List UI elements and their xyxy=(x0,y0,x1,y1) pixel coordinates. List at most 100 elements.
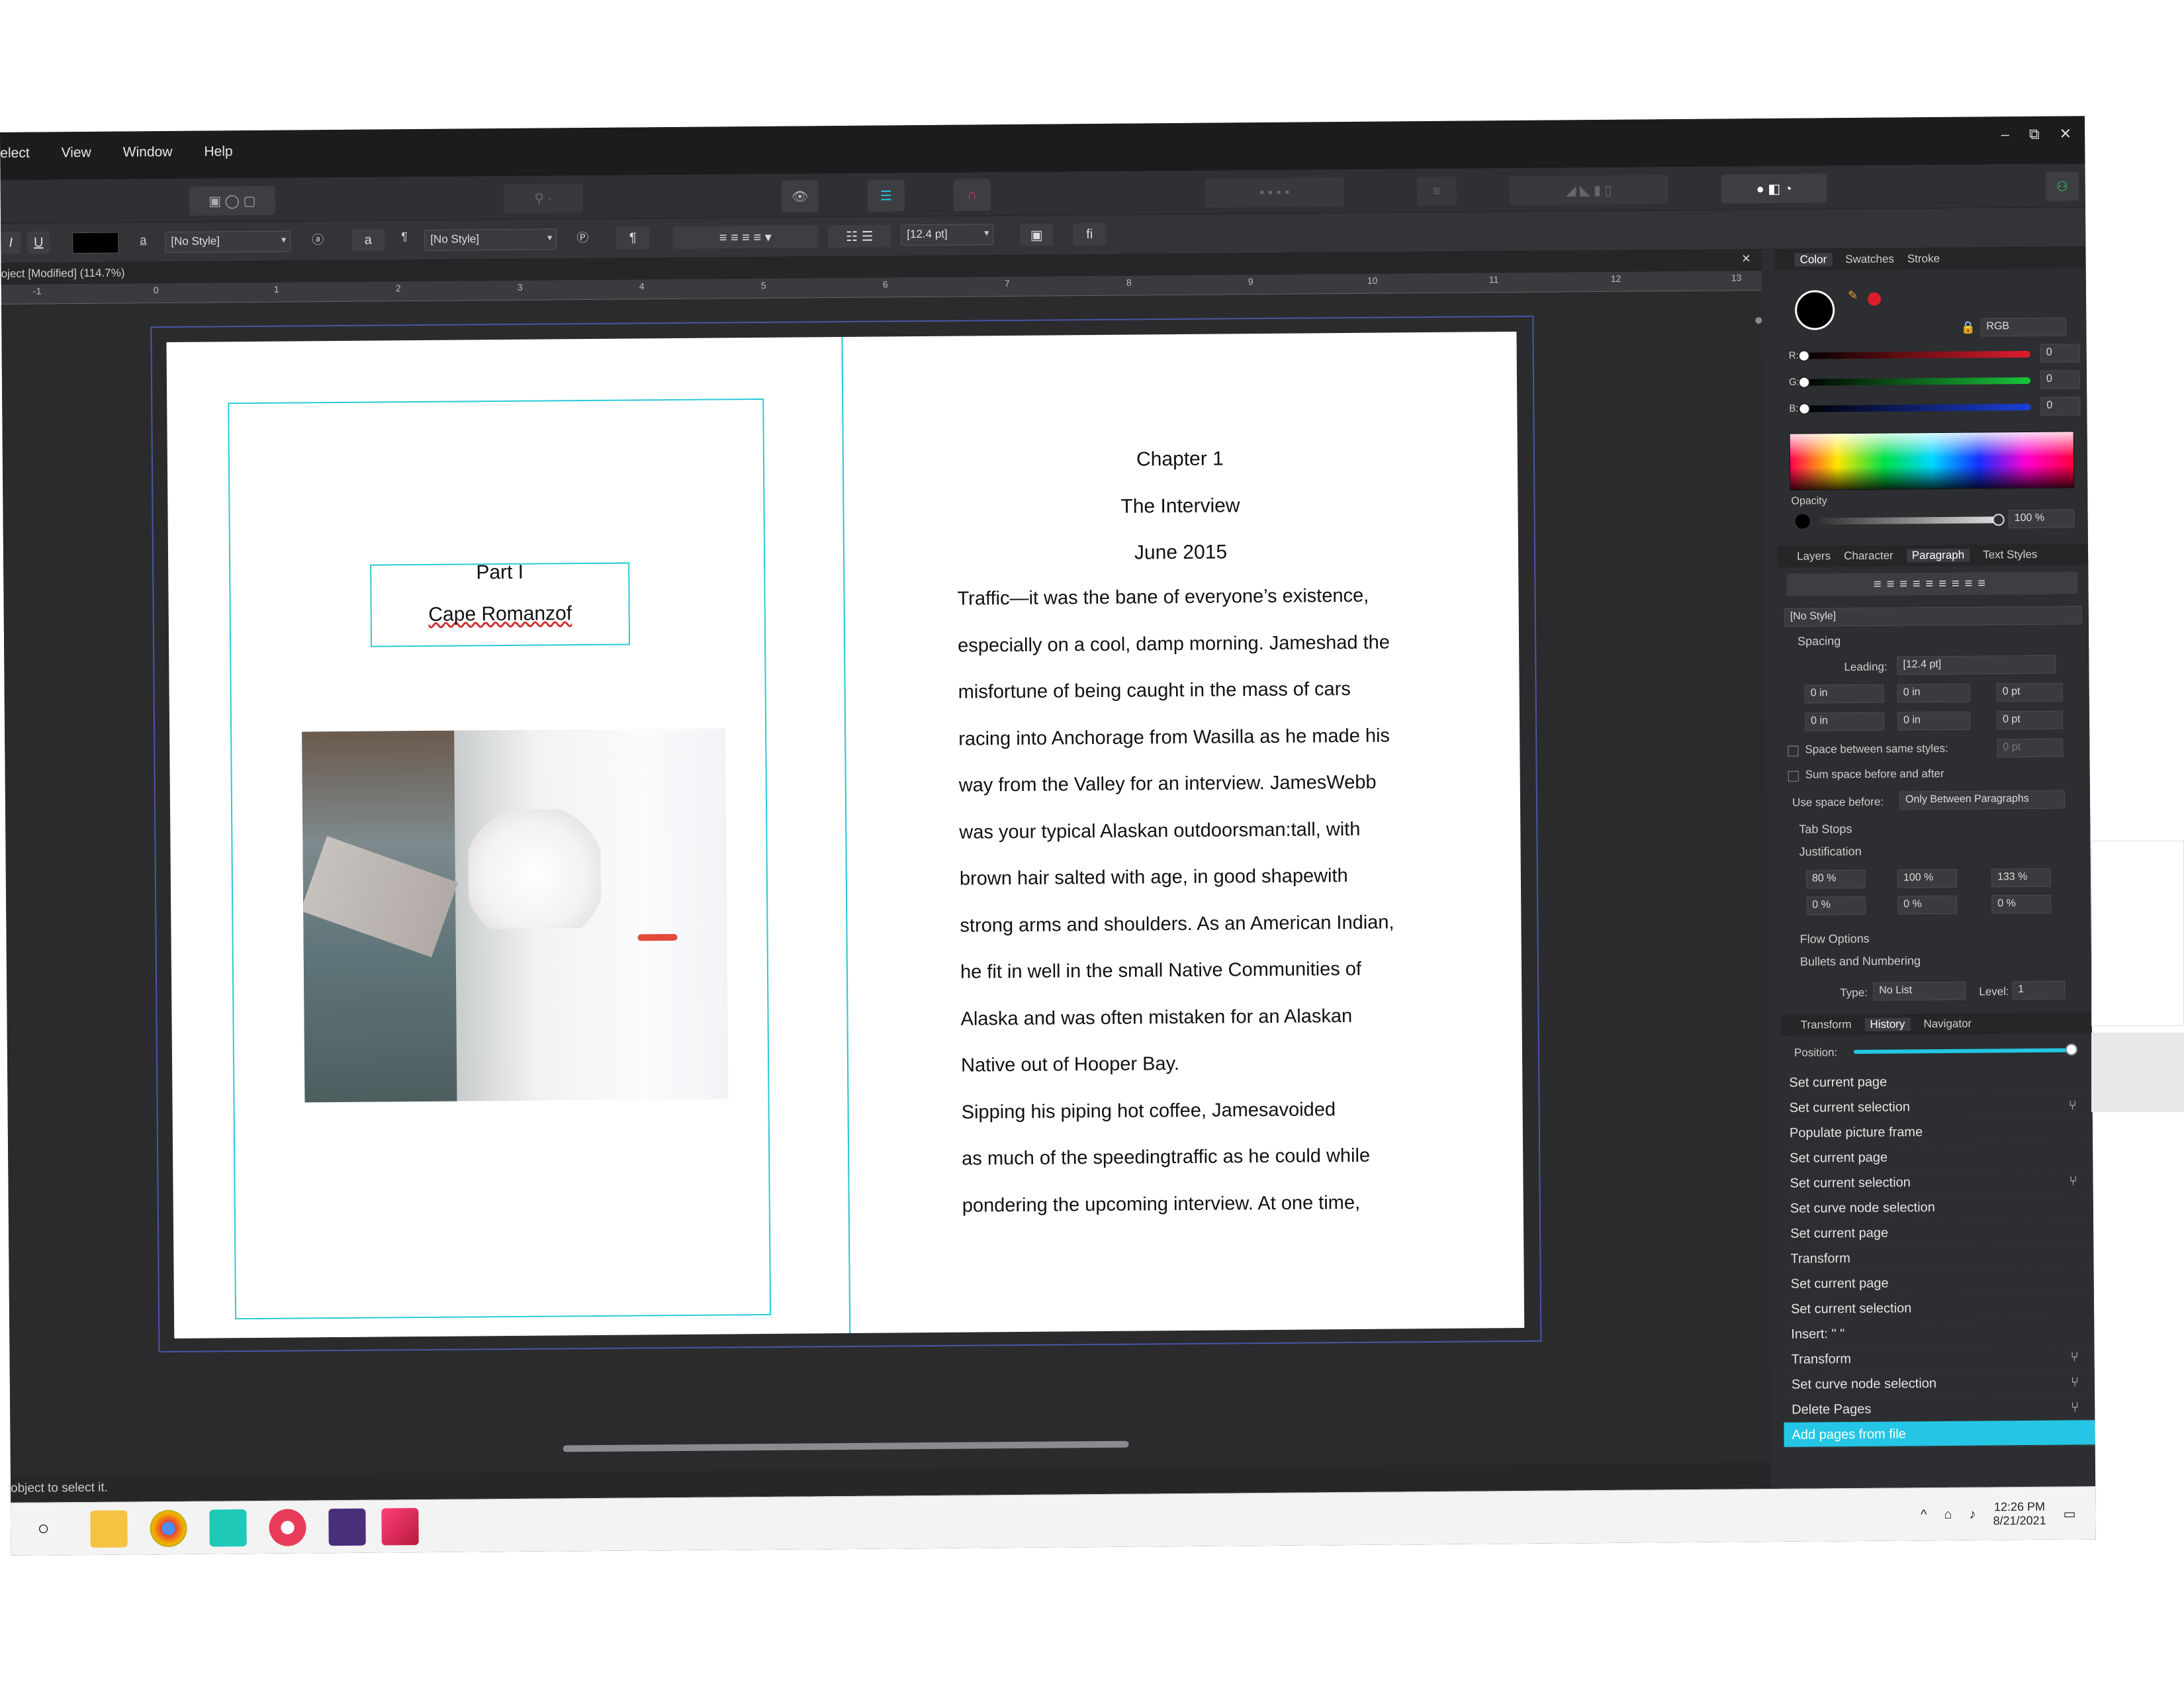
use-space-select[interactable]: Only Between Paragraphs xyxy=(1899,790,2066,810)
picker-icon[interactable]: ✎ xyxy=(1848,289,1858,303)
background-browser-window[interactable] xyxy=(2091,841,2184,1026)
close-doc-icon[interactable]: ✕ xyxy=(1741,252,1751,265)
persona-icons-group[interactable]: ● ◧ ◔ xyxy=(1721,173,1827,204)
ligature-icon[interactable]: fi xyxy=(1073,222,1107,246)
space-after-field[interactable]: 0 pt xyxy=(1996,710,2064,730)
list-level-field[interactable]: 1 xyxy=(2012,980,2066,1000)
transform-tools-group[interactable]: ◢ ◣ ▮ ▯ xyxy=(1509,175,1668,206)
restore-button[interactable]: ⧉ xyxy=(2029,126,2040,143)
leading-field[interactable]: [12.4 pt] xyxy=(1897,655,2056,675)
list-type-select[interactable]: No List xyxy=(1873,981,1966,1001)
tray-network-icon[interactable]: ⌂ xyxy=(1944,1507,1952,1522)
tab-swatches[interactable]: Swatches xyxy=(1845,253,1894,267)
arctic-fox-photo[interactable] xyxy=(302,728,729,1103)
account-icon[interactable]: ⚇ xyxy=(2045,171,2079,201)
leading-select[interactable]: [12.4 pt] xyxy=(901,224,994,246)
tab-stroke[interactable]: Stroke xyxy=(1907,252,1940,265)
character-style-select[interactable]: [No Style] xyxy=(165,230,291,254)
space-between-checkbox[interactable] xyxy=(1788,745,1799,757)
align-tool-icon[interactable]: ≡ xyxy=(1416,176,1457,207)
color-mode-select[interactable]: RGB xyxy=(1980,317,2067,337)
history-item[interactable]: Transform ⑂ xyxy=(1783,1344,2095,1372)
horizontal-scrollbar[interactable] xyxy=(563,1440,1129,1452)
lock-icon[interactable]: 🔒 xyxy=(1960,321,1976,335)
left-page[interactable]: Part I Cape Romanzof xyxy=(166,337,850,1338)
history-item[interactable]: Set current page xyxy=(1782,1269,2094,1297)
alignment-buttons[interactable]: ≡ ≡ ≡ ≡ ▾ xyxy=(672,225,819,250)
green-slider[interactable] xyxy=(1802,377,2031,386)
spacing-section[interactable]: Spacing xyxy=(1797,634,1841,649)
arrange-tools-group[interactable]: ▪ ▪ ▪ ▪ xyxy=(1205,177,1344,208)
tab-navigator[interactable]: Navigator xyxy=(1923,1017,1972,1031)
paragraph-alignment-buttons[interactable]: ≡≡≡≡≡≡≡≡≡ xyxy=(1786,571,2078,596)
opacity-value[interactable]: 100 % xyxy=(2008,509,2075,529)
body-text-frame[interactable]: Traffic—it was the bane of everyone’s ex… xyxy=(957,573,1396,1229)
pin-tools-group[interactable]: ⚲ · xyxy=(503,183,583,214)
text-frame-icon[interactable]: ☰ xyxy=(867,179,905,212)
menu-help[interactable]: Help xyxy=(204,144,232,160)
history-item[interactable]: Set current page xyxy=(1782,1143,2093,1171)
paragraph-style-select[interactable]: [No Style] xyxy=(1784,606,2082,627)
italic-button[interactable]: I xyxy=(1,231,21,254)
blue-slider[interactable] xyxy=(1802,403,2031,412)
preview-eye-icon[interactable]: 👁 xyxy=(781,180,819,212)
flow-options-section[interactable]: Flow Options xyxy=(1800,932,1870,947)
minimize-button[interactable]: – xyxy=(2001,126,2009,143)
clock[interactable]: 12:26 PM 8/21/2021 xyxy=(1993,1500,2046,1528)
list-buttons[interactable]: ☷ ☰ xyxy=(828,224,891,248)
word-spacing-max[interactable]: 133 % xyxy=(1991,868,2052,888)
para-style-panel-button[interactable]: ¶ xyxy=(616,226,650,250)
word-spacing-min[interactable]: 80 % xyxy=(1805,869,1866,889)
history-item[interactable]: Set current selection ⑂ xyxy=(1781,1093,2093,1121)
history-item[interactable]: Set curve node selection xyxy=(1782,1194,2093,1221)
space-before-field[interactable]: 0 pt xyxy=(1996,682,2063,702)
chrome-icon[interactable] xyxy=(150,1509,187,1548)
tab-paragraph[interactable]: Paragraph xyxy=(1906,548,1970,563)
menu-view[interactable]: View xyxy=(62,145,91,161)
green-slider-knob[interactable] xyxy=(1797,376,1811,389)
notifications-icon[interactable]: ▭ xyxy=(2063,1505,2075,1522)
file-explorer-icon[interactable] xyxy=(90,1510,128,1548)
menu-select[interactable]: elect xyxy=(0,146,30,162)
blue-value[interactable]: 0 xyxy=(2040,397,2081,416)
red-slider[interactable] xyxy=(1801,350,2030,359)
justification-section[interactable]: Justification xyxy=(1799,845,1862,859)
history-position-slider[interactable] xyxy=(1853,1048,2073,1055)
bullets-section[interactable]: Bullets and Numbering xyxy=(1800,954,1921,968)
history-item[interactable]: Delete Pages ⑂ xyxy=(1784,1395,2095,1423)
tab-layers[interactable]: Layers xyxy=(1797,549,1831,563)
tab-history[interactable]: History xyxy=(1864,1017,1911,1031)
history-item[interactable]: Set current page xyxy=(1782,1219,2094,1246)
char-style-panel-button[interactable]: a xyxy=(351,228,385,252)
tab-stops-section[interactable]: Tab Stops xyxy=(1799,822,1852,837)
indent-right-field[interactable]: 0 in xyxy=(1897,683,1970,703)
history-item[interactable]: Set current selection xyxy=(1782,1294,2095,1322)
underline-button[interactable]: U xyxy=(27,231,50,254)
history-item[interactable]: Set current selection ⑂ xyxy=(1782,1168,2093,1196)
text-color-swatch[interactable] xyxy=(72,232,119,254)
clear-para-style-icon[interactable]: Ⓟ xyxy=(576,228,588,246)
last-indent-field[interactable]: 0 in xyxy=(1897,711,1971,731)
history-item[interactable]: Insert: " " xyxy=(1783,1319,2095,1347)
tab-character[interactable]: Character xyxy=(1844,549,1893,563)
history-position-knob[interactable] xyxy=(2065,1043,2078,1056)
chrome-profile-icon[interactable] xyxy=(269,1509,306,1546)
sum-space-checkbox[interactable] xyxy=(1788,771,1799,782)
color-spectrum[interactable] xyxy=(1789,431,2075,491)
history-item[interactable]: Transform xyxy=(1782,1244,2094,1272)
tray-chevron-icon[interactable]: ^ xyxy=(1921,1507,1927,1523)
letter-spacing-desired[interactable]: 0 % xyxy=(1897,895,1958,915)
cortana-icon[interactable]: ○ xyxy=(37,1517,49,1540)
snapping-magnet-icon[interactable]: ∩ xyxy=(953,179,991,211)
history-item[interactable]: Populate picture frame xyxy=(1781,1118,2093,1146)
close-button[interactable]: ✕ xyxy=(2060,125,2072,142)
green-value[interactable]: 0 xyxy=(2040,370,2081,389)
menu-window[interactable]: Window xyxy=(123,144,173,161)
frame-tools-group[interactable]: ▣ ◯ ▢ xyxy=(189,185,275,216)
indent-left-field[interactable]: 0 in xyxy=(1804,684,1884,704)
canvas-area[interactable]: Part I Cape Romanzof Chapter 1 The Inter… xyxy=(1,291,1771,1476)
red-slider-knob[interactable] xyxy=(1797,350,1810,362)
history-item[interactable]: Set curve node selection ⑂ xyxy=(1783,1370,2095,1397)
word-spacing-desired[interactable]: 100 % xyxy=(1897,868,1958,888)
tab-transform[interactable]: Transform xyxy=(1801,1018,1852,1032)
